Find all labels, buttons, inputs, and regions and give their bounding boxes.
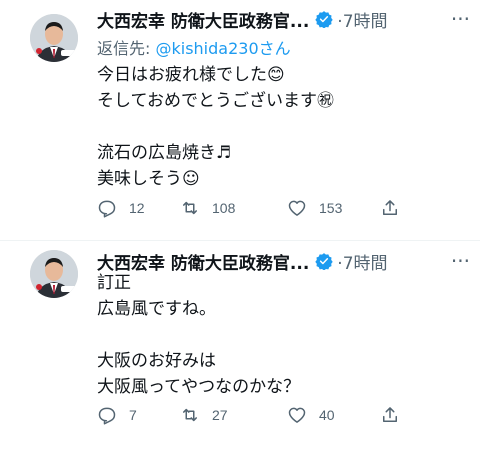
tweet[interactable]: 大西宏幸 防衛大臣政務官... ·7時間 ··· 訂正 広島風ですね。 大阪のお…	[0, 0, 480, 449]
share-button[interactable]	[380, 405, 412, 425]
tweet-line: 訂正	[97, 273, 131, 293]
tweet-line: 大阪風ってやつなのかな？	[97, 377, 301, 397]
reply-count: 7	[129, 407, 137, 423]
like-count: 40	[319, 407, 335, 423]
tweet-text: 訂正 広島風ですね。 大阪のお好みは 大阪風ってやつなのかな？	[97, 270, 467, 400]
verified-badge-icon	[315, 253, 333, 270]
reply-icon	[98, 407, 116, 425]
tweet-line: 大阪のお好みは	[97, 351, 216, 371]
reply-button[interactable]: 7	[97, 405, 137, 425]
tweet-line: 広島風ですね。	[97, 299, 216, 319]
avatar-portrait	[30, 250, 78, 298]
share-icon	[383, 407, 397, 422]
retweet-count: 27	[212, 407, 228, 423]
retweet-icon	[183, 408, 197, 422]
retweet-button[interactable]: 27	[180, 405, 228, 425]
avatar[interactable]	[30, 250, 78, 298]
like-button[interactable]: 40	[287, 405, 335, 425]
tweet-actions: 7 27 40	[97, 405, 407, 427]
heart-icon	[288, 407, 306, 423]
